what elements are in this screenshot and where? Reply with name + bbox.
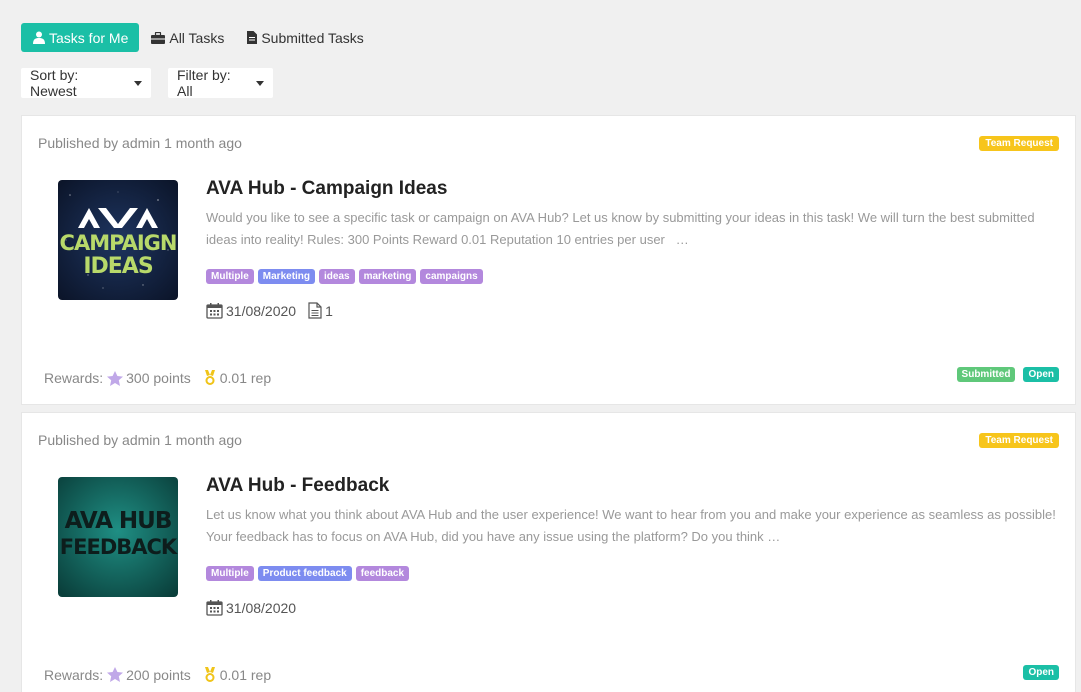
- points-reward: 300 points: [126, 370, 191, 386]
- sort-dropdown[interactable]: Sort by: Newest: [21, 67, 151, 99]
- tab-submitted-tasks[interactable]: Submitted Tasks: [236, 23, 374, 52]
- medal-icon: [203, 370, 217, 386]
- tab-all-tasks[interactable]: All Tasks: [140, 23, 235, 52]
- points-reward: 200 points: [126, 666, 191, 683]
- tab-label: Tasks for Me: [49, 29, 129, 46]
- published-info: Published by admin 1 month ago: [38, 432, 242, 448]
- task-date: 31/08/2020: [226, 302, 297, 319]
- task-card[interactable]: Published by admin 1 month ago Team Requ…: [21, 115, 1076, 405]
- task-meta: 31/08/2020 1: [206, 302, 333, 319]
- thumbnail-caption: CAMPAIGN IDEAS: [58, 231, 178, 279]
- filter-bar: Sort by: Newest Filter by: All: [21, 67, 290, 99]
- status-badge: Open: [1023, 367, 1059, 382]
- rewards-label: Rewards:: [44, 370, 104, 386]
- tag-list: Multiple Marketing ideas marketing campa…: [206, 269, 487, 284]
- submission-count: 1: [325, 302, 333, 319]
- task-description: Let us know what you think about AVA Hub…: [206, 507, 1056, 544]
- calendar-icon: [206, 302, 223, 319]
- status-badges: Open: [1015, 665, 1059, 680]
- tag-list: Multiple Product feedback feedback: [206, 566, 413, 581]
- star-icon: [107, 370, 124, 386]
- caret-down-icon: [256, 80, 264, 86]
- rewards: Rewards: 200 points 0.01 rep: [44, 665, 271, 684]
- thumbnail-line: FEEDBACK: [59, 535, 177, 559]
- thumbnail-line: CAMPAIGN: [59, 231, 178, 255]
- team-request-badge: Team Request: [979, 433, 1059, 448]
- user-icon: [33, 31, 45, 44]
- tab-tasks-for-me[interactable]: Tasks for Me: [21, 23, 140, 52]
- medal-icon: [203, 666, 217, 683]
- tag[interactable]: campaigns: [420, 269, 483, 284]
- task-thumbnail[interactable]: AVA HUB FEEDBACK: [58, 477, 178, 597]
- tag[interactable]: Multiple: [206, 269, 254, 284]
- rewards-label: Rewards:: [44, 666, 104, 683]
- sort-label: Sort by: Newest: [30, 67, 79, 99]
- tab-label: All Tasks: [169, 29, 225, 46]
- task-card[interactable]: Published by admin 1 month ago Team Requ…: [21, 412, 1076, 692]
- task-thumbnail[interactable]: CAMPAIGN IDEAS: [58, 180, 178, 300]
- published-info: Published by admin 1 month ago: [38, 135, 242, 151]
- task-title[interactable]: AVA Hub - Feedback: [206, 475, 389, 497]
- task-tabs: Tasks for Me All Tasks Submitted Tasks: [21, 23, 375, 52]
- file-icon: [308, 302, 322, 319]
- tag[interactable]: feedback: [355, 566, 410, 581]
- tag[interactable]: marketing: [358, 269, 417, 284]
- rep-reward: 0.01 rep: [219, 666, 272, 683]
- status-badges: Submitted Open: [949, 367, 1059, 382]
- filter-dropdown[interactable]: Filter by: All: [168, 67, 273, 99]
- status-badge: Submitted: [956, 367, 1016, 382]
- filter-label: Filter by: All: [177, 67, 231, 99]
- tab-label: Submitted Tasks: [261, 29, 364, 46]
- star-icon: [107, 667, 124, 682]
- document-icon: [247, 31, 258, 44]
- calendar-icon: [206, 599, 223, 616]
- task-meta: 31/08/2020: [206, 599, 296, 616]
- briefcase-icon: [151, 31, 166, 44]
- thumbnail-line: AVA HUB: [64, 508, 173, 534]
- thumbnail-line: IDEAS: [83, 254, 153, 279]
- rep-reward: 0.01 rep: [219, 370, 272, 386]
- tag[interactable]: Product feedback: [257, 566, 352, 581]
- status-badge: Open: [1023, 665, 1059, 680]
- task-description: Would you like to see a specific task or…: [206, 210, 1035, 247]
- task-title[interactable]: AVA Hub - Campaign Ideas: [206, 178, 447, 200]
- tag[interactable]: ideas: [319, 269, 355, 284]
- caret-down-icon: [134, 80, 142, 86]
- tag[interactable]: Multiple: [206, 566, 254, 581]
- team-request-badge: Team Request: [979, 136, 1059, 151]
- rewards: Rewards: 300 points 0.01 rep: [44, 370, 271, 386]
- tag[interactable]: Marketing: [257, 269, 316, 284]
- task-date: 31/08/2020: [226, 599, 297, 616]
- thumbnail-caption: AVA HUB FEEDBACK: [58, 508, 178, 560]
